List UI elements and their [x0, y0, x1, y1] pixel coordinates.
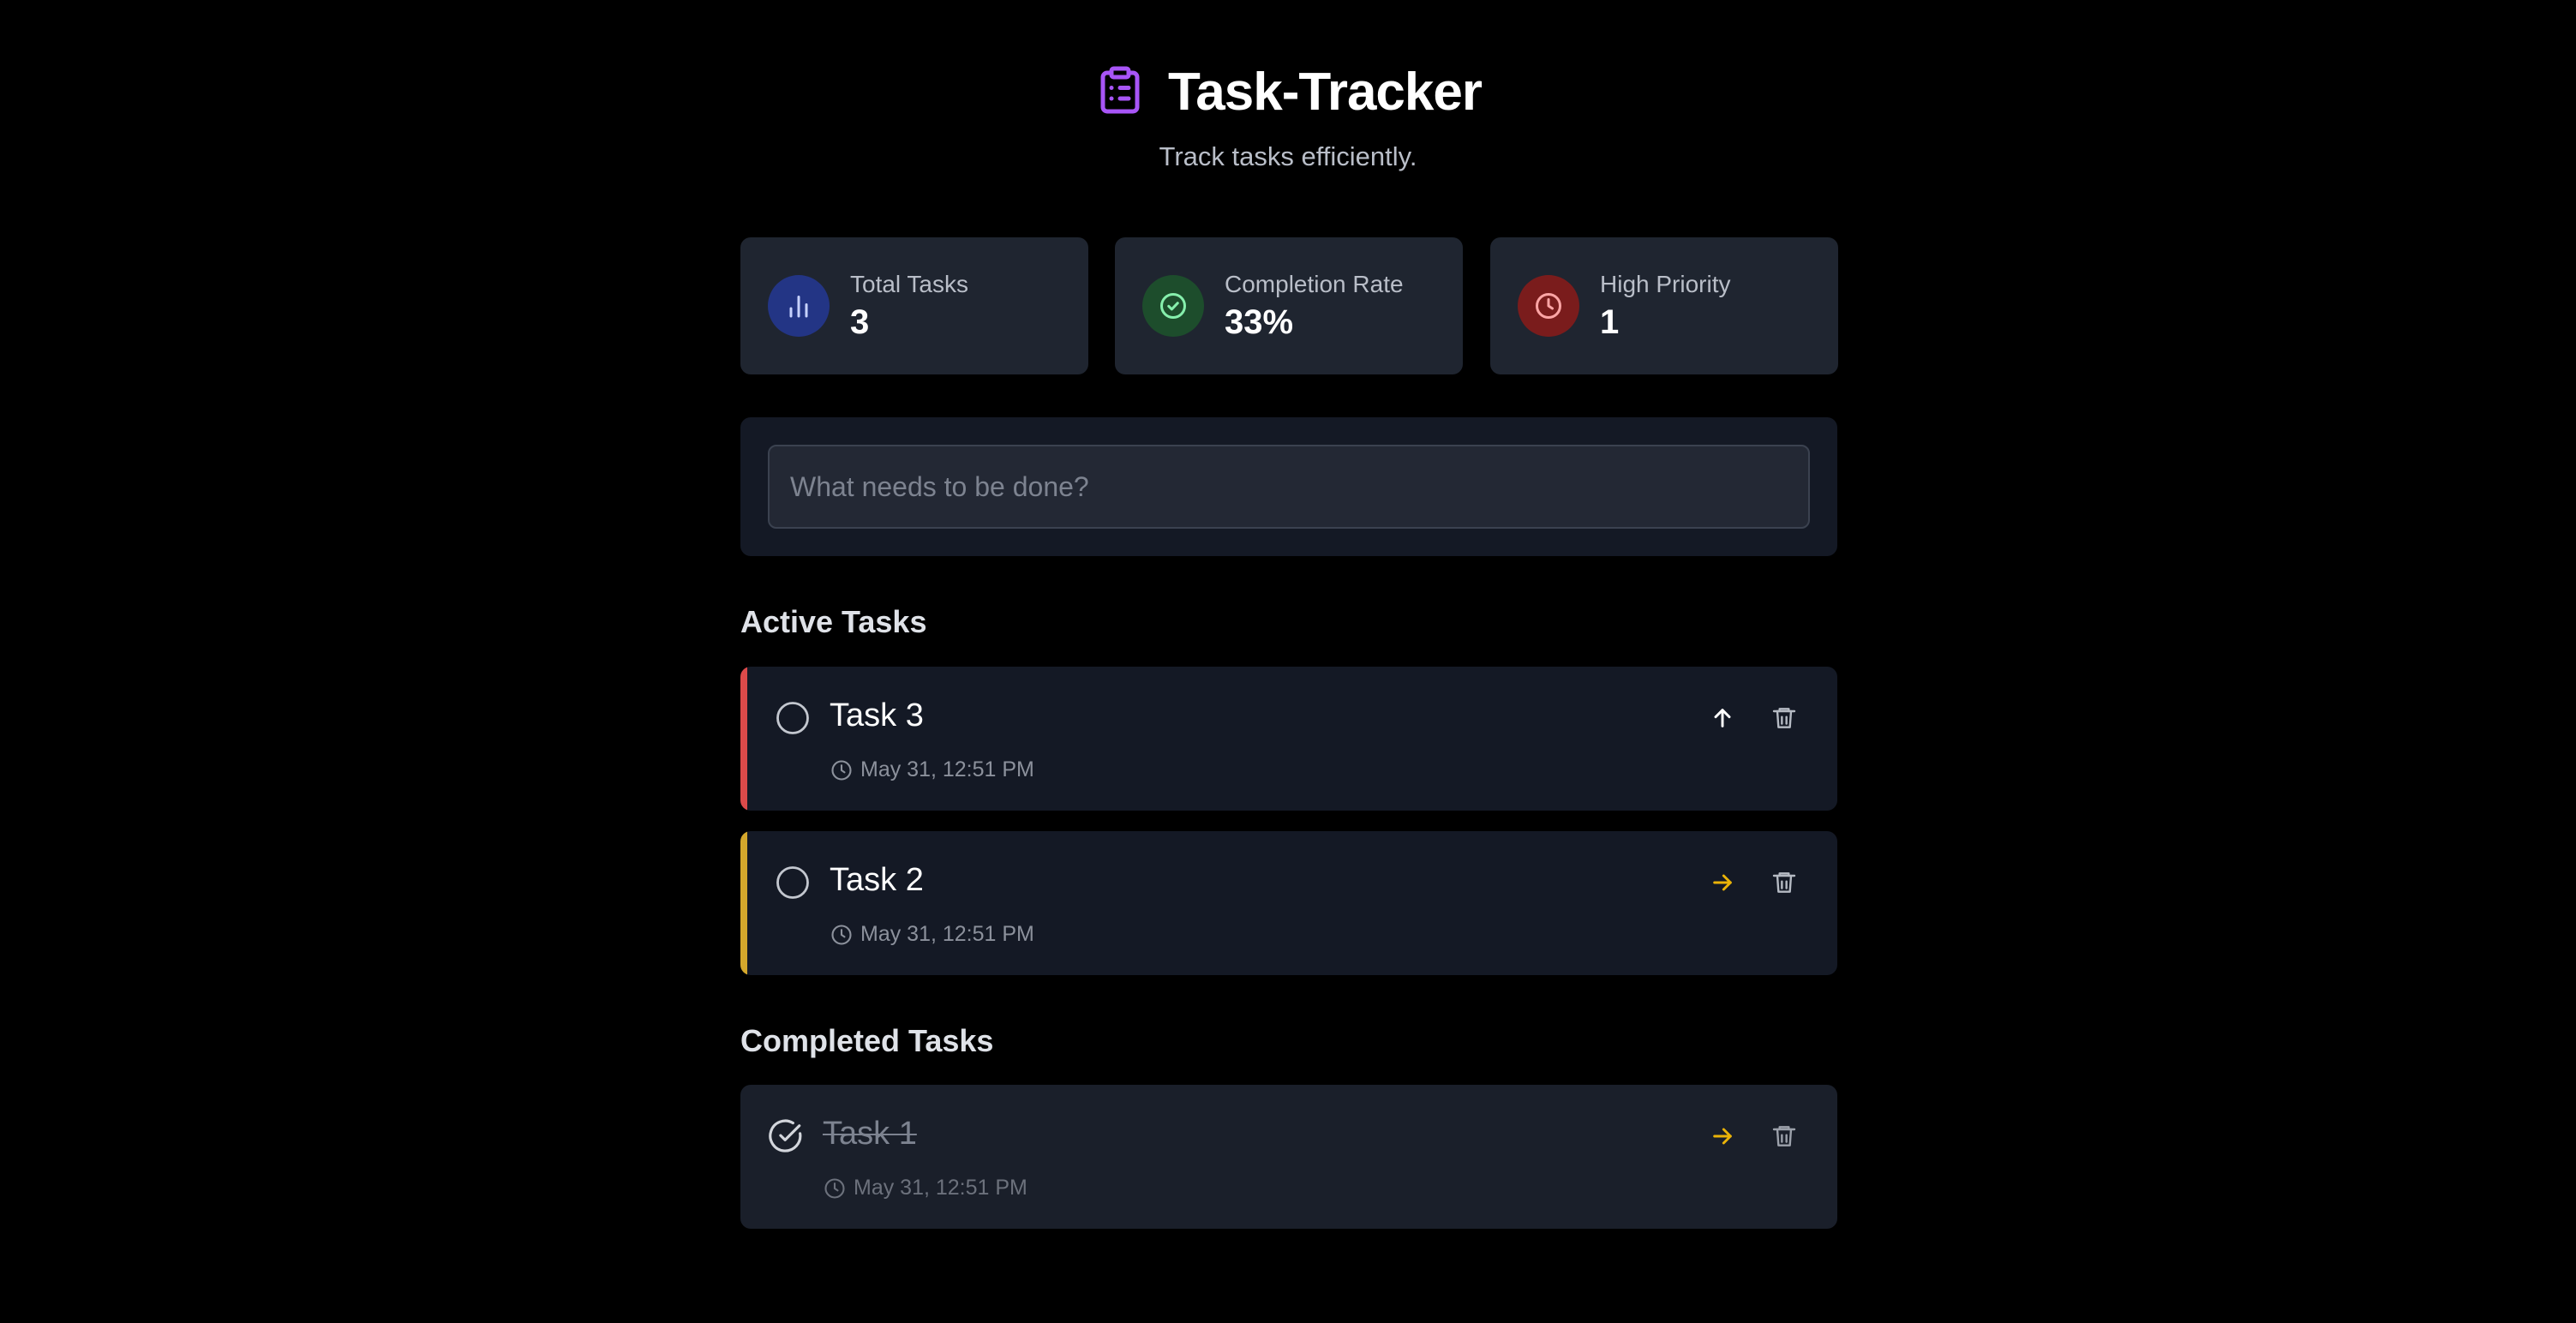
arrow-up-icon[interactable]: [1705, 701, 1740, 735]
circle-check-icon[interactable]: [768, 1118, 804, 1154]
stat-value: 33%: [1225, 303, 1294, 342]
task-timestamp: May 31, 12:51 PM: [823, 1176, 1027, 1200]
task-timestamp: May 31, 12:51 PM: [830, 757, 1034, 782]
active-tasks-heading: Active Tasks: [740, 604, 927, 639]
task-item: Task 1 May 31, 12:51 PM: [740, 1085, 1837, 1229]
clock-icon: [831, 924, 852, 945]
new-task-input[interactable]: [768, 445, 1810, 529]
task-title: Task 1: [823, 1116, 917, 1152]
clock-icon: [824, 1177, 845, 1199]
check-circle-icon: [1142, 275, 1204, 337]
new-task-panel: [740, 417, 1837, 556]
stat-label: High Priority: [1600, 270, 1731, 297]
circle-icon[interactable]: [775, 865, 811, 901]
app-header: Task-Tracker Track tasks efficiently.: [0, 62, 2576, 172]
completed-tasks-heading: Completed Tasks: [740, 1023, 994, 1058]
task-item: Task 3 May 31, 12:51 PM: [740, 667, 1837, 811]
trash-icon[interactable]: [1767, 865, 1801, 900]
app-title: Task-Tracker: [1168, 63, 1483, 122]
app-subtitle: Track tasks efficiently.: [1159, 141, 1417, 171]
task-title: Task 3: [830, 697, 924, 733]
timestamp-text: May 31, 12:51 PM: [860, 922, 1034, 946]
stat-value: 1: [1600, 303, 1620, 342]
task-timestamp: May 31, 12:51 PM: [830, 922, 1034, 947]
bar-chart-icon: [768, 275, 830, 337]
arrow-right-icon[interactable]: [1705, 1119, 1740, 1153]
trash-icon[interactable]: [1767, 1119, 1801, 1153]
title-row: Task-Tracker: [0, 62, 2576, 123]
priority-bar: [740, 667, 747, 811]
app-root: Task-Tracker Track tasks efficiently. To…: [0, 0, 2576, 1323]
stat-label: Total Tasks: [850, 270, 968, 297]
clock-icon: [1518, 275, 1579, 337]
arrow-right-icon[interactable]: [1705, 865, 1740, 900]
circle-icon[interactable]: [775, 700, 811, 736]
timestamp-text: May 31, 12:51 PM: [854, 1176, 1027, 1200]
stat-value: 3: [850, 303, 870, 342]
clock-icon: [831, 759, 852, 781]
trash-icon[interactable]: [1767, 701, 1801, 735]
stat-label: Completion Rate: [1225, 270, 1404, 297]
timestamp-text: May 31, 12:51 PM: [860, 757, 1034, 781]
task-item: Task 2 May 31, 12:51 PM: [740, 831, 1837, 975]
stat-card-completion-rate: Completion Rate 33%: [1115, 237, 1463, 374]
task-title: Task 2: [830, 862, 924, 898]
priority-bar: [740, 831, 747, 975]
stat-card-high-priority: High Priority 1: [1490, 237, 1838, 374]
clipboard-list-icon: [1094, 63, 1146, 122]
stat-card-total-tasks: Total Tasks 3: [740, 237, 1088, 374]
